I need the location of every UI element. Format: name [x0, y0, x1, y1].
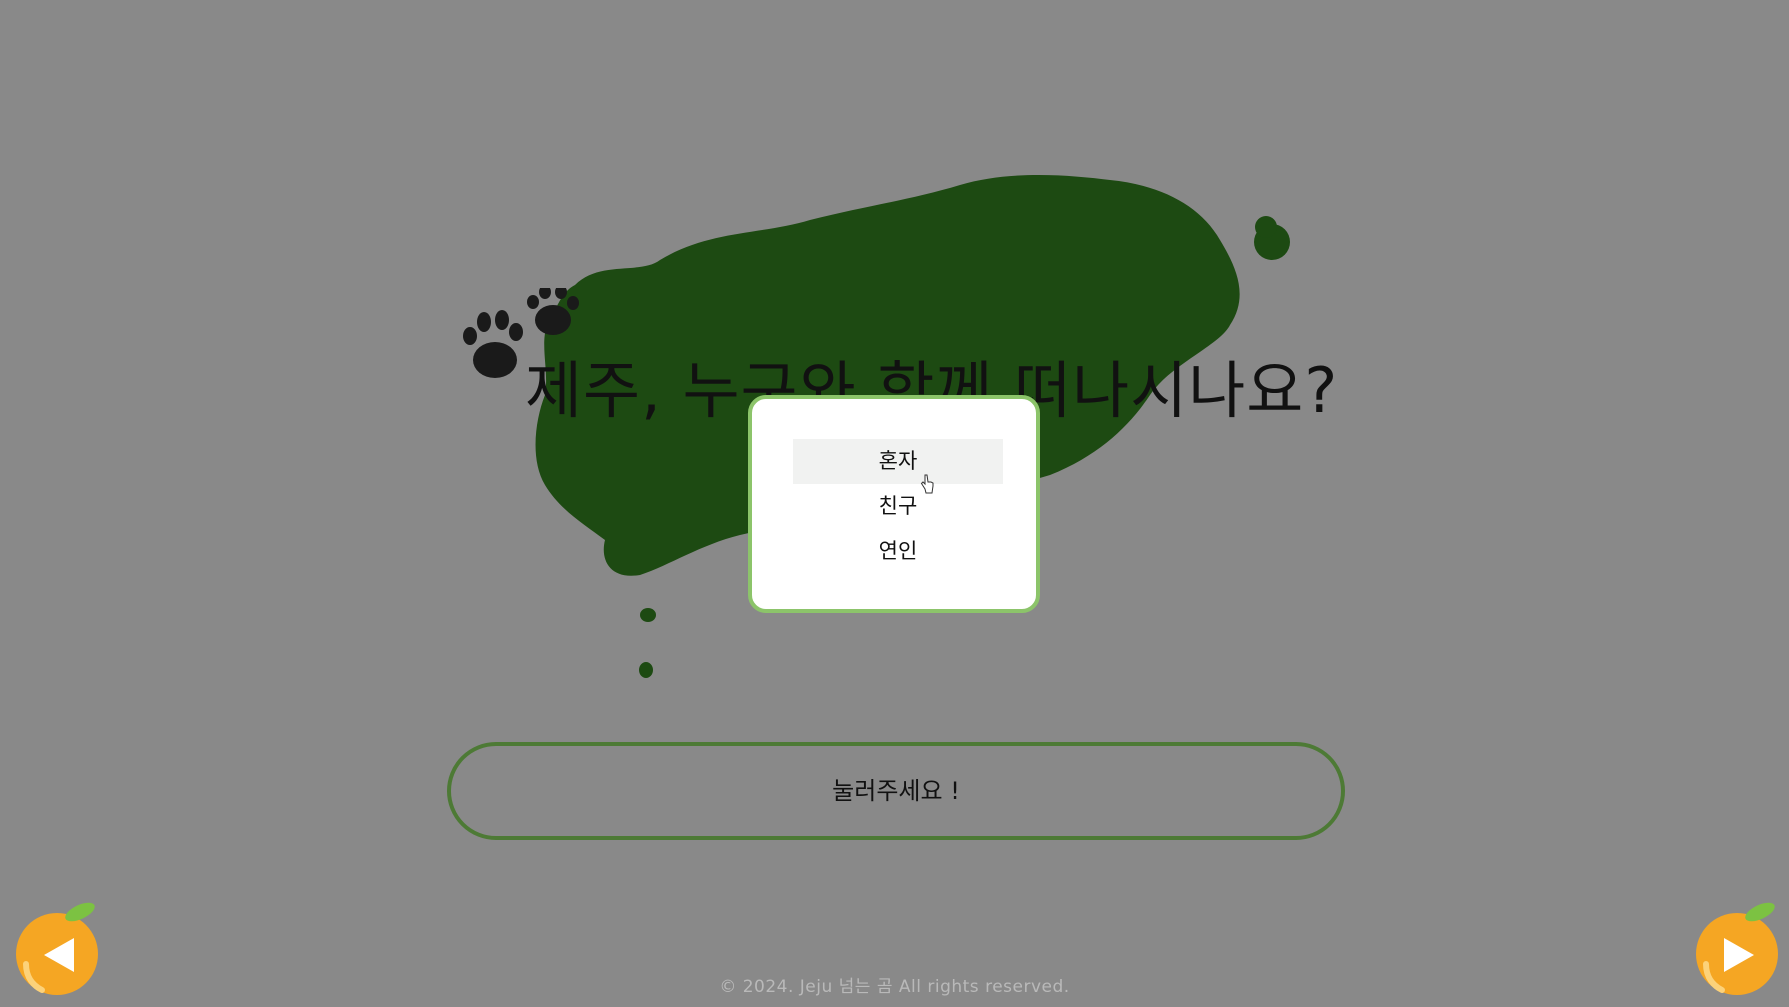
page: 제주, 누구와 함께 떠나시나요? 혼자 친구 연인 눌러주세요 ! © 202… [0, 0, 1789, 1007]
companion-dropdown[interactable]: 혼자 친구 연인 [748, 395, 1040, 613]
option-alone[interactable]: 혼자 [793, 439, 1003, 484]
hand-cursor-icon [920, 474, 934, 494]
option-partner[interactable]: 연인 [793, 529, 1003, 574]
copyright-footer: © 2024. Jeju 넘는 곰 All rights reserved. [719, 977, 1070, 997]
submit-button[interactable]: 눌러주세요 ! [447, 742, 1345, 840]
option-friend[interactable]: 친구 [793, 484, 1003, 529]
